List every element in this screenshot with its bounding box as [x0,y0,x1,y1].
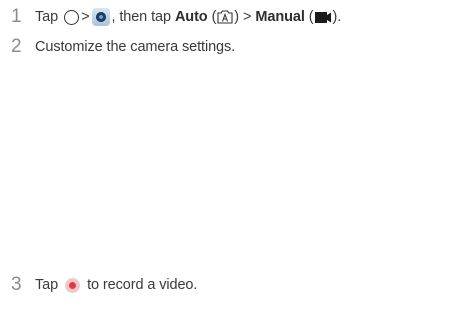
step-text: to record a video. [87,277,198,293]
auto-mode-label: Auto [174,9,208,25]
step-number: 1 [11,6,22,27]
manual-mode-label: Manual [255,9,305,25]
step-text: Tap [35,9,59,25]
step-text: ). [332,9,342,25]
step-number: 2 [11,36,22,57]
step-text: ( [308,9,314,25]
step-text: , then tap [111,9,171,25]
step-text: Customize the camera settings. [35,39,236,55]
camera-app-icon [92,8,111,26]
step-text: > [81,9,90,25]
step-text: > [243,9,252,25]
manual-video-icon [314,11,331,23]
auto-mode-icon [217,10,233,24]
step-1: 1 Tap > , then tap Auto ( ) > Manual ( )… [11,6,342,27]
home-icon [64,9,80,25]
step-text: ( [211,9,217,25]
step-2: 2 Customize the camera settings. [11,36,236,57]
record-icon [65,277,81,293]
step-3: 3 Tap to record a video. [11,274,198,295]
step-number: 3 [11,274,22,295]
step-text: Tap [35,277,59,293]
step-text: ) [234,9,240,25]
